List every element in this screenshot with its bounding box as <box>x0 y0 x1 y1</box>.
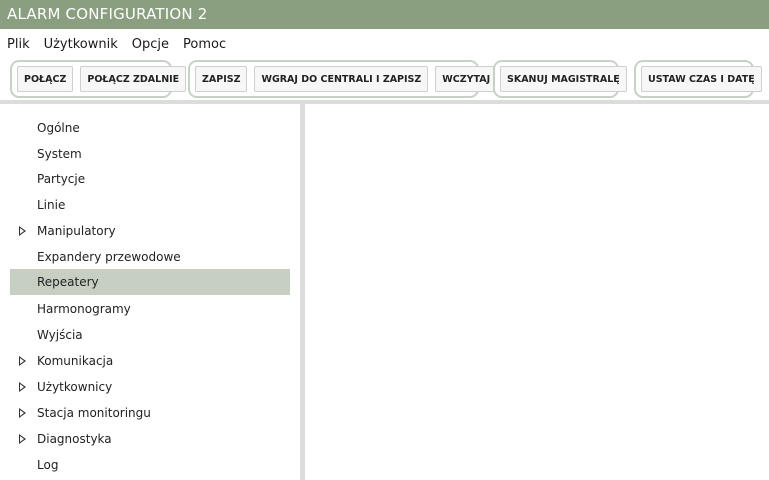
navigation-tree: Ogólne System Partycje Linie Manipulator… <box>0 104 300 480</box>
tree-item-label: Expandery przewodowe <box>37 250 181 264</box>
tree-item-label: Użytkownicy <box>37 380 113 394</box>
tree-item-harmonogramy[interactable]: Harmonogramy <box>10 296 290 322</box>
tree-item-label: Stacja monitoringu <box>37 406 151 420</box>
menu-pomoc[interactable]: Pomoc <box>183 37 226 52</box>
expand-arrow-icon[interactable] <box>19 382 26 392</box>
tree-item-wyjscia[interactable]: Wyjścia <box>10 322 290 348</box>
tree-item-label: Linie <box>37 198 66 212</box>
menu-plik[interactable]: Plik <box>7 37 30 52</box>
tree-item-uzytkownicy[interactable]: Użytkownicy <box>10 374 290 400</box>
tree-item-manipulatory[interactable]: Manipulatory <box>10 218 290 244</box>
tree-item-label: Partycje <box>37 172 86 186</box>
expand-arrow-icon[interactable] <box>19 434 26 444</box>
connection-group: POŁĄCZ POŁĄCZ ZDALNIE <box>10 60 187 98</box>
tree-item-label: System <box>37 147 82 161</box>
scan-group: SKANUJ MAGISTRALĘ <box>493 60 627 98</box>
tree-item-expandery[interactable]: Expandery przewodowe <box>10 244 290 270</box>
content-panel <box>305 104 769 480</box>
load-button[interactable]: WCZYTAJ <box>435 66 498 92</box>
tree-item-label: Komunikacja <box>37 354 114 368</box>
menu-opcje[interactable]: Opcje <box>132 37 169 52</box>
tree-item-label: Manipulatory <box>37 224 116 238</box>
scan-bus-button[interactable]: SKANUJ MAGISTRALĘ <box>500 66 627 92</box>
tree-item-partycje[interactable]: Partycje <box>10 166 290 192</box>
tree-item-label: Log <box>37 458 59 472</box>
tree-item-ogolne[interactable]: Ogólne <box>10 115 290 141</box>
menu-bar: Plik Użytkownik Opcje Pomoc <box>0 29 769 59</box>
tree-item-diagnostyka[interactable]: Diagnostyka <box>10 426 290 452</box>
expand-arrow-icon[interactable] <box>19 226 26 236</box>
upload-and-save-button[interactable]: WGRAJ DO CENTRALI I ZAPISZ <box>254 66 429 92</box>
tree-item-repeatery[interactable]: Repeatery <box>10 269 290 295</box>
tree-item-log[interactable]: Log <box>10 452 290 478</box>
file-group: ZAPISZ WGRAJ DO CENTRALI I ZAPISZ WCZYTA… <box>188 60 498 98</box>
set-datetime-button[interactable]: USTAW CZAS I DATĘ <box>641 66 762 92</box>
tree-item-label: Harmonogramy <box>37 302 131 316</box>
tree-item-system[interactable]: System <box>10 141 290 167</box>
tree-item-komunikacja[interactable]: Komunikacja <box>10 348 290 374</box>
tree-item-label: Wyjścia <box>37 328 83 342</box>
tree-item-label: Diagnostyka <box>37 432 112 446</box>
save-button[interactable]: ZAPISZ <box>195 66 248 92</box>
datetime-group: USTAW CZAS I DATĘ <box>634 60 762 98</box>
window-title: ALARM CONFIGURATION 2 <box>0 0 769 29</box>
connect-button[interactable]: POŁĄCZ <box>17 66 74 92</box>
connect-remote-button[interactable]: POŁĄCZ ZDALNIE <box>80 66 187 92</box>
menu-uzytkownik[interactable]: Użytkownik <box>44 37 118 52</box>
tree-item-label: Repeatery <box>37 275 99 289</box>
expand-arrow-icon[interactable] <box>19 356 26 366</box>
tree-item-label: Ogólne <box>37 121 80 135</box>
toolbar: POŁĄCZ POŁĄCZ ZDALNIE ZAPISZ WGRAJ DO CE… <box>0 59 769 100</box>
expand-arrow-icon[interactable] <box>19 408 26 418</box>
tree-item-stacja-monitoringu[interactable]: Stacja monitoringu <box>10 400 290 426</box>
tree-item-linie[interactable]: Linie <box>10 192 290 218</box>
